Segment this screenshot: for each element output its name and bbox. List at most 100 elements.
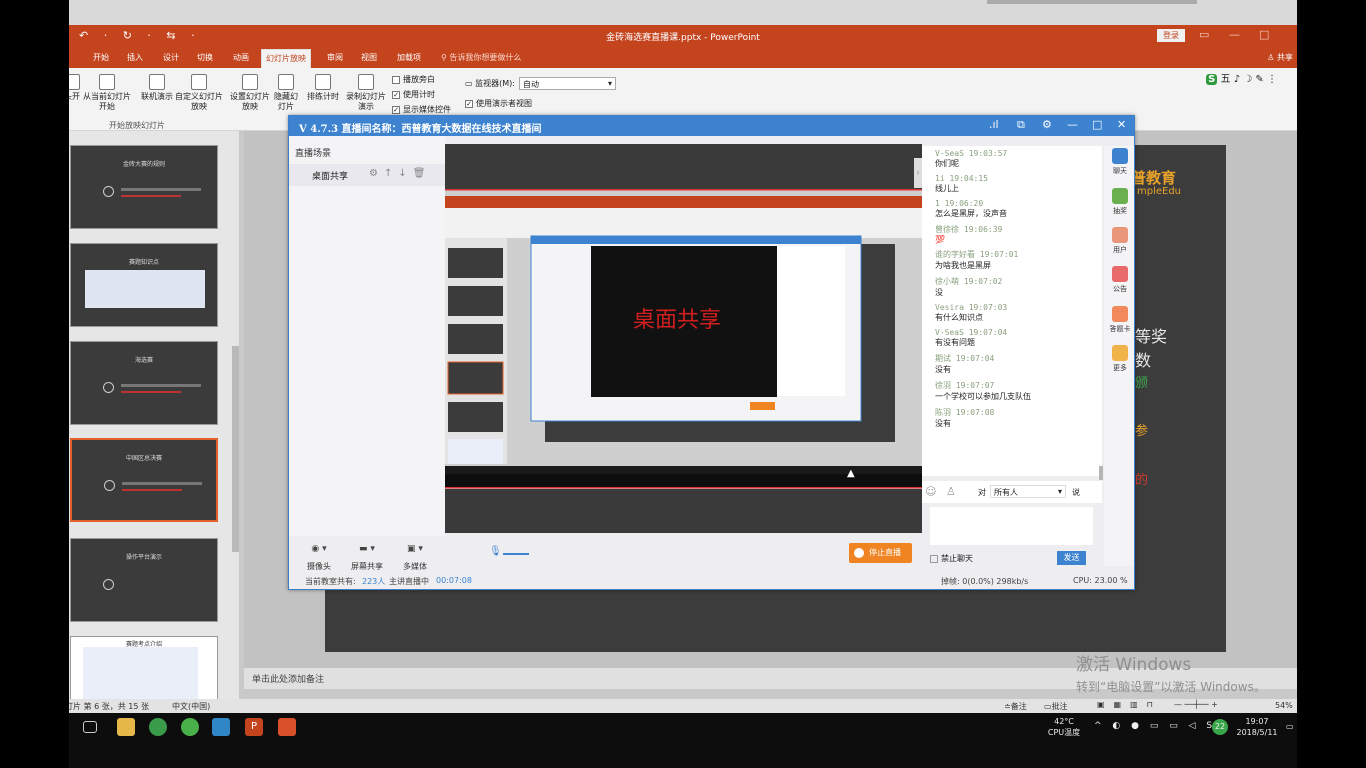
from-current-button[interactable]: 从当前幻灯片开始 xyxy=(83,74,131,112)
chat-messages[interactable]: V-SeaS 19:03:57 你们呢 1i 19:04:15 线儿上 1 19:0… xyxy=(922,146,1102,476)
zoom-level[interactable]: 54% xyxy=(1275,701,1293,710)
slide-thumbnail-panel: 金砖大赛的规则 赛题知识点 海选赛 中国区总决赛 操作平台演示 赛题考点介绍 xyxy=(69,131,239,720)
nav-lottery[interactable]: 抽奖 xyxy=(1107,188,1133,216)
lottery-icon xyxy=(1112,188,1128,204)
emoji-icon[interactable]: ☺ xyxy=(925,485,936,498)
wechat-icon[interactable] xyxy=(181,718,199,736)
tab-insert[interactable]: 插入 xyxy=(127,52,143,63)
stream-preview: 桌面共享 ▲ xyxy=(445,144,922,533)
setup-show-button[interactable]: 设置幻灯片放映 xyxy=(229,74,271,112)
action-center-icon[interactable]: ▭ xyxy=(1286,721,1294,732)
slide-thumbnail-2[interactable]: 赛题知识点 xyxy=(70,243,218,327)
stop-live-button[interactable]: 停止直播 xyxy=(849,543,912,563)
tab-home[interactable]: 开始 xyxy=(93,52,109,63)
more-grid-icon xyxy=(1112,345,1128,361)
scene-item-actions[interactable]: ⚙↑↓🗑 xyxy=(369,168,431,179)
record-label: 录制幻灯片演示 xyxy=(346,92,386,111)
chrome-icon[interactable] xyxy=(149,718,167,736)
slide-thumbnail-5[interactable]: 操作平台演示 xyxy=(70,538,218,622)
chat-scrollbar[interactable] xyxy=(1099,466,1103,480)
close-icon[interactable]: ✕ xyxy=(1117,118,1126,131)
multimedia-button[interactable]: ▣ ▾ 多媒体 xyxy=(395,544,435,572)
maximize-icon[interactable]: □ xyxy=(1259,28,1269,41)
powerpoint-icon[interactable]: P xyxy=(245,718,263,736)
window-mode-icon[interactable]: ⧉ xyxy=(1017,118,1025,132)
users-icon[interactable]: ♙ xyxy=(946,485,956,498)
checkbox-checked-icon: ✓ xyxy=(392,105,400,114)
slide-thumbnail-3[interactable]: 海选赛 xyxy=(70,341,218,425)
slide-text-1: 等奖 xyxy=(1135,327,1168,346)
hide-slide-button[interactable]: 隐藏幻灯片 xyxy=(272,74,300,112)
chat-sender: V-SeaS 19:03:57 xyxy=(935,149,1008,158)
tab-addins[interactable]: 加载项 xyxy=(397,52,421,63)
camera-button[interactable]: ◉ ▾ 摄像头 xyxy=(297,544,341,572)
thumbnail-scrollbar[interactable] xyxy=(232,346,239,552)
clock[interactable]: 19:07 2018/5/11 xyxy=(1235,716,1279,738)
nav-notice[interactable]: 公告 xyxy=(1107,266,1133,294)
camera-icon: ◉ ▾ xyxy=(311,544,327,554)
task-view-icon[interactable] xyxy=(83,721,97,733)
mic-volume-slider[interactable] xyxy=(503,553,529,555)
stream-controls: ◉ ▾ 摄像头 ▬ ▾ 屏幕共享 ▣ ▾ 多媒体 🎙 xyxy=(289,536,922,572)
tab-slideshow[interactable]: 幻灯片放映 xyxy=(261,49,311,68)
slide-thumbnail-4-selected[interactable]: 中国区总决赛 xyxy=(70,438,218,522)
ban-chat-checkbox[interactable]: 禁止聊天 xyxy=(930,553,973,564)
nav-chat[interactable]: 聊天 xyxy=(1107,148,1133,176)
send-button[interactable]: 发送 xyxy=(1057,551,1086,565)
chat-sender: 曾徐徐 19:06:39 xyxy=(935,225,1003,234)
media-controls-checkbox[interactable]: ✓ 显示媒体控件 xyxy=(392,104,451,115)
notification-badge[interactable]: 22 xyxy=(1212,719,1228,735)
frame-drop-stats: 掉帧: 0(0.0%) 298kb/s xyxy=(941,577,1029,586)
live-duration: 00:07:08 xyxy=(436,576,472,585)
monitor-select[interactable]: 自动 ▾ xyxy=(519,77,616,90)
maximize-icon[interactable]: □ xyxy=(1092,118,1102,131)
scene-item-desktop[interactable]: 桌面共享 ⚙↑↓🗑 xyxy=(289,164,445,186)
rehearse-button[interactable]: 排练计时 xyxy=(305,74,341,102)
zoom-slider[interactable]: — ──┼── + xyxy=(1174,700,1218,709)
wps-toolbar[interactable]: S 五 ♪ ☽ ✎ ⋮ xyxy=(1206,70,1277,85)
app-icon[interactable] xyxy=(278,718,296,736)
nav-users[interactable]: 用户 xyxy=(1107,227,1133,255)
chat-input[interactable] xyxy=(929,506,1094,546)
timings-checkbox[interactable]: ✓ 使用计时 xyxy=(392,89,435,100)
slide-text-5: 的 xyxy=(1135,473,1149,488)
nav-more[interactable]: 更多 xyxy=(1107,345,1133,373)
ribbon-group-label: 开始放映幻灯片 xyxy=(109,121,165,130)
minimize-icon[interactable]: — xyxy=(1067,118,1078,131)
nav-answer-card[interactable]: 答题卡 xyxy=(1107,306,1133,334)
recipient-select[interactable]: 所有人 ▾ xyxy=(990,485,1066,498)
from-beginning-label: 从头开始 xyxy=(69,92,80,101)
tab-animations[interactable]: 动画 xyxy=(233,52,249,63)
tab-design[interactable]: 设计 xyxy=(163,52,179,63)
chat-controls: ☺ ♙ 对 所有人 ▾ 说 xyxy=(922,481,1102,503)
slide-thumbnail-1[interactable]: 金砖大赛的规则 xyxy=(70,145,218,229)
custom-show-button[interactable]: 自定义幻灯片放映 xyxy=(175,74,223,112)
camera-label: 摄像头 xyxy=(307,562,331,571)
tab-view[interactable]: 视图 xyxy=(361,52,377,63)
notes-toggle[interactable]: ≐备注 xyxy=(1004,701,1027,712)
view-buttons[interactable]: ▣▦▥⊓ xyxy=(1097,700,1162,709)
settings-gear-icon[interactable]: ⚙ xyxy=(1042,118,1052,131)
presenter-view-checkbox[interactable]: ✓ 使用演示者视图 xyxy=(465,98,532,109)
comments-toggle[interactable]: ▭批注 xyxy=(1044,701,1068,712)
from-beginning-button[interactable]: 从头开始 xyxy=(69,74,83,102)
tell-me-search[interactable]: ⚲ 告诉我你想要做什么 xyxy=(441,52,521,63)
play-circle-icon xyxy=(104,480,115,491)
share-button[interactable]: ♙ 共享 xyxy=(1267,52,1293,63)
screen-share-button[interactable]: ▬ ▾ 屏幕共享 xyxy=(347,544,387,572)
tab-transitions[interactable]: 切换 xyxy=(197,52,213,63)
tray-icons[interactable]: ^ ◐ ● ▭ ▭ ◁ S xyxy=(1094,721,1216,732)
file-explorer-icon[interactable] xyxy=(117,718,135,736)
collapse-chat-handle[interactable]: › xyxy=(914,158,922,188)
tab-review[interactable]: 审阅 xyxy=(327,52,343,63)
online-present-button[interactable]: 联机演示 xyxy=(137,74,177,102)
live-app-icon[interactable] xyxy=(212,718,230,736)
language-indicator[interactable]: 中文(中国) xyxy=(172,701,210,712)
record-button[interactable]: 录制幻灯片演示 xyxy=(345,74,387,112)
narration-checkbox[interactable]: 播放旁白 xyxy=(392,74,435,85)
microphone-icon[interactable]: 🎙 xyxy=(489,546,502,557)
minimize-icon[interactable]: — xyxy=(1229,28,1240,41)
ribbon-display-icon[interactable]: ▭ xyxy=(1199,28,1209,41)
login-button[interactable]: 登录 xyxy=(1157,29,1185,42)
thumbnail-flowchart xyxy=(83,647,198,707)
